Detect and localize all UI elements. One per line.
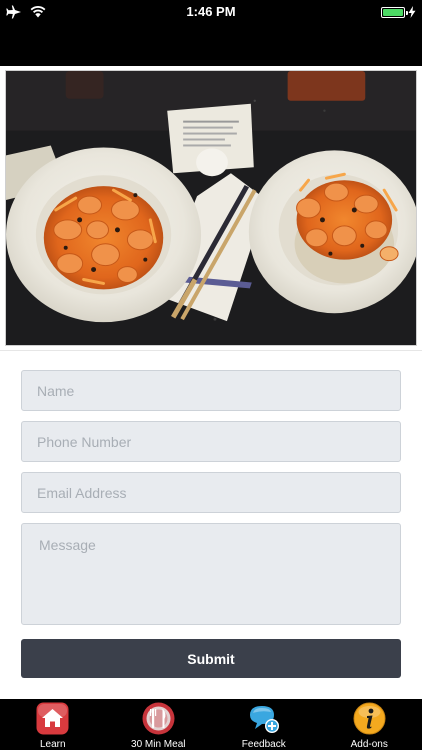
tab-label: Learn [39,739,66,750]
tab-label: Add-ons [350,739,388,750]
email-field[interactable] [21,472,401,513]
tab-feedback[interactable]: Feedback [211,699,317,750]
food-photo [5,70,417,346]
battery-level [383,8,403,16]
charging-bolt-icon [408,6,416,18]
navigation-bar [0,24,422,66]
tab-learn[interactable]: Learn [0,699,106,750]
battery-icon [381,6,408,18]
chat-bubble-icon [250,706,280,733]
submit-button[interactable]: Submit [21,639,401,678]
status-time: 1:46 PM [186,4,236,19]
message-field[interactable] [21,523,401,625]
tab-add-ons[interactable]: Add-ons [317,699,422,750]
phone-field[interactable] [21,421,401,462]
name-field[interactable] [21,370,401,411]
tab-label: Feedback [241,739,286,750]
photo-frame [0,66,422,351]
fork-knife-icon [142,702,175,735]
tab-label: 30 Min Meal [131,739,186,750]
status-bar: 1:46 PM [0,0,422,24]
tab-bar: Learn 30 Min Meal Feedback Add-ons [0,699,422,750]
info-icon [353,702,386,735]
tab-30-min-meal[interactable]: 30 Min Meal [106,699,212,750]
status-right-icons [381,4,416,20]
house-icon [36,702,69,735]
